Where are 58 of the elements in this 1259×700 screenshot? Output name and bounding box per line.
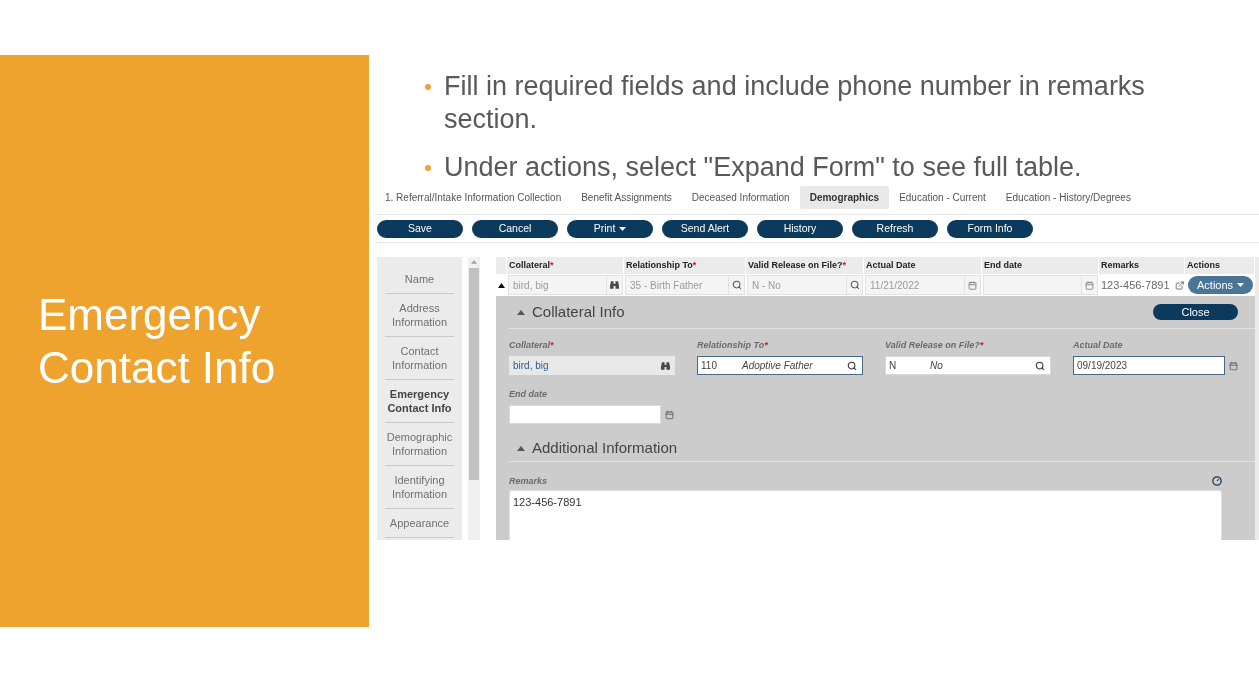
toolbar-button[interactable]: Send Alert bbox=[662, 219, 748, 238]
field-label: End date bbox=[509, 388, 548, 400]
sidebar-item[interactable]: Address Information bbox=[385, 294, 454, 337]
column-header: Remarks bbox=[1101, 258, 1140, 272]
field-label: Collateral* bbox=[509, 339, 555, 351]
scrollbar[interactable] bbox=[468, 257, 480, 540]
clock-icon[interactable] bbox=[1212, 476, 1222, 486]
column-header: Relationship To* bbox=[626, 258, 697, 272]
close-button[interactable]: Close bbox=[1153, 304, 1238, 320]
toolbar-button[interactable]: Cancel bbox=[472, 219, 558, 238]
sidebar-item[interactable]: Appearance bbox=[385, 509, 454, 538]
toolbar-button[interactable]: Form Info bbox=[947, 219, 1033, 238]
search-icon[interactable] bbox=[1035, 360, 1045, 371]
search-icon[interactable] bbox=[847, 360, 857, 371]
bullet-text: Under actions, select "Expand Form" to see full table. bbox=[444, 151, 1083, 184]
input-field[interactable] bbox=[509, 405, 661, 424]
column-header: Actual Date bbox=[866, 258, 916, 272]
column-header: Actions bbox=[1187, 258, 1220, 272]
sidebar-item[interactable]: Contact Information bbox=[385, 337, 454, 380]
toolbar-button[interactable]: Refresh bbox=[852, 219, 938, 238]
textarea-field[interactable]: 123-456-7891 bbox=[509, 490, 1222, 540]
sidebar-item[interactable]: Identifying Information bbox=[385, 466, 454, 509]
calendar-icon[interactable] bbox=[1229, 360, 1238, 371]
toolbar-button[interactable]: History bbox=[757, 219, 843, 238]
sidebar-item[interactable]: Name bbox=[385, 265, 454, 294]
external-link-icon[interactable] bbox=[1174, 279, 1184, 291]
field-label: Valid Release on File?* bbox=[885, 339, 985, 351]
column-header: Collateral* bbox=[509, 258, 554, 272]
tab[interactable]: Deceased Information bbox=[681, 186, 800, 209]
tab[interactable]: 1. Referral/Intake Information Collection bbox=[375, 186, 572, 209]
sidebar-item[interactable]: Demographic Information bbox=[385, 423, 454, 466]
caret-down-icon[interactable] bbox=[619, 226, 627, 231]
binoculars-icon[interactable] bbox=[661, 361, 670, 370]
column-header: End date bbox=[984, 258, 1022, 272]
tab[interactable]: Education - History/Degrees bbox=[995, 186, 1141, 209]
input-field[interactable]: 09/19/2023 bbox=[1073, 356, 1225, 375]
column-header: Valid Release on File?* bbox=[748, 258, 847, 272]
section-title: Collateral Info bbox=[532, 301, 625, 322]
bullet-text: Fill in required fields and include phone number in remarks section. bbox=[444, 70, 1146, 136]
tab[interactable]: Benefit Assignments bbox=[571, 186, 682, 209]
scrollbar-thumb[interactable] bbox=[469, 268, 479, 480]
table-cell-text: 123-456-7891 bbox=[1101, 277, 1170, 293]
input-field[interactable]: bird, big bbox=[509, 356, 675, 375]
tab[interactable]: Demographics bbox=[799, 186, 890, 209]
field-label: Remarks bbox=[509, 475, 548, 487]
sidebar-item[interactable]: Emergency Contact Info bbox=[385, 380, 454, 423]
field-label: Actual Date bbox=[1073, 339, 1124, 351]
toolbar-button[interactable]: Print bbox=[567, 219, 653, 238]
field-label: Relationship To* bbox=[697, 339, 769, 351]
toolbar-button[interactable]: Save bbox=[377, 219, 463, 238]
input-field[interactable]: 110 Adoptive Father bbox=[697, 356, 863, 375]
tab[interactable]: Education - Current bbox=[889, 186, 996, 209]
calendar-icon[interactable] bbox=[665, 409, 674, 420]
section-title: Additional Information bbox=[532, 438, 678, 459]
slide-title: Emergency Contact Info bbox=[38, 289, 277, 394]
bullet-icon bbox=[425, 84, 431, 90]
input-field[interactable]: N No bbox=[885, 356, 1051, 375]
bullet-icon bbox=[425, 165, 431, 171]
